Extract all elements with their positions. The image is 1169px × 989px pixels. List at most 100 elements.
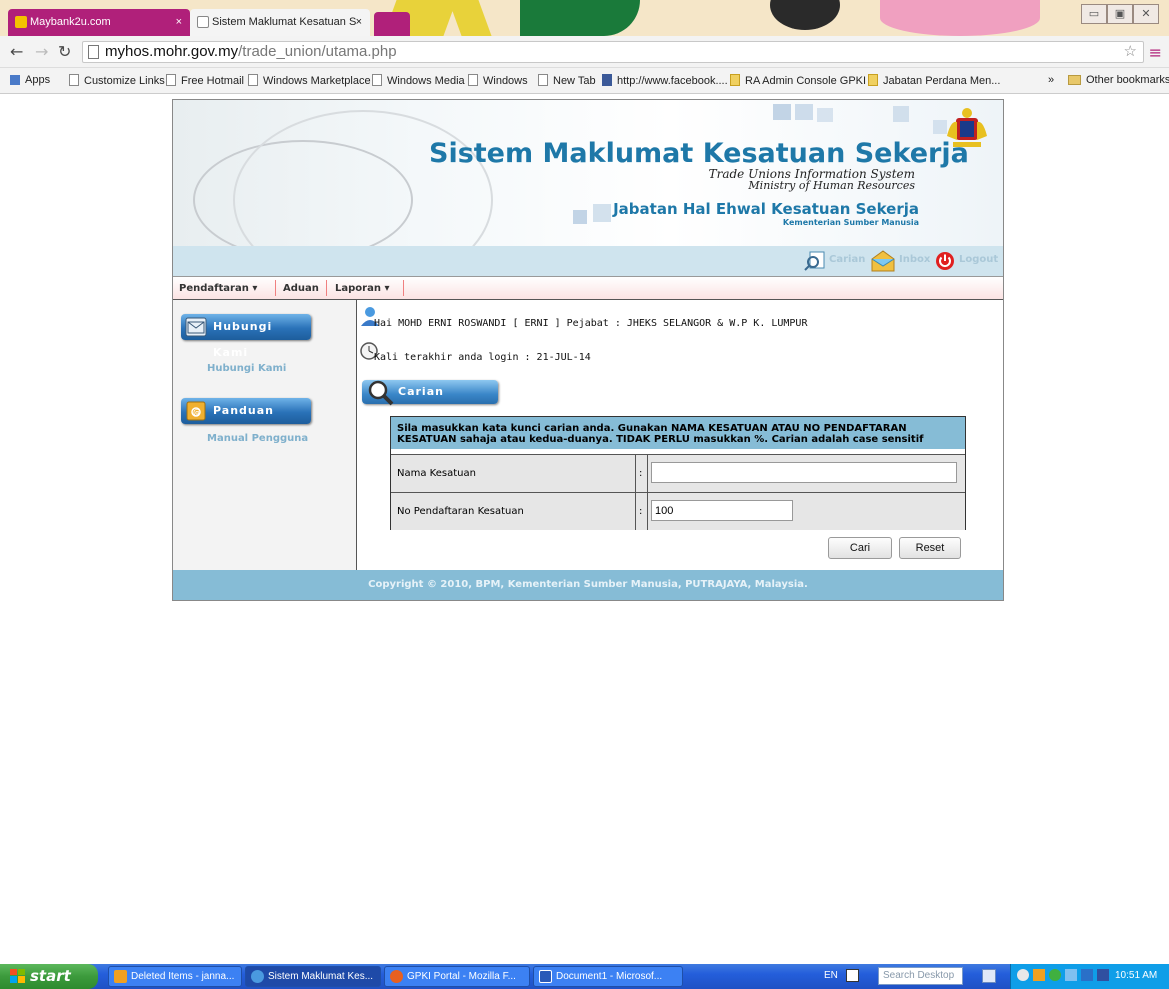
address-path: /trade_union/utama.php (238, 43, 397, 60)
power-icon[interactable] (935, 251, 955, 271)
inbox-link[interactable]: Inbox (899, 254, 930, 265)
menu-laporan[interactable]: Laporan ▾ (335, 283, 389, 294)
bookmark-windows-marketplace[interactable]: Windows Marketplace (248, 74, 371, 87)
site-title: Sistem Maklumat Kesatuan Sekerja (429, 138, 969, 169)
logout-link[interactable]: Logout (959, 254, 998, 265)
reset-button[interactable]: Reset (899, 537, 961, 559)
system-tray: 10:51 AM (1010, 964, 1169, 989)
restore-icon[interactable]: ▣ (1107, 4, 1133, 24)
network-icon[interactable] (1049, 969, 1061, 981)
outlook-tray-icon[interactable] (1033, 969, 1045, 981)
outlook-icon (114, 970, 127, 983)
theme-decoration (448, 0, 492, 36)
back-icon[interactable]: ← (10, 42, 23, 61)
banner-square (773, 104, 791, 120)
bookmark-other[interactable]: Other bookmarks (1068, 74, 1169, 86)
bookmark-new-tab[interactable]: New Tab (538, 74, 596, 87)
forward-icon[interactable]: → (35, 42, 48, 61)
tab-sistem-maklumat[interactable]: Sistem Maklumat Kesatuan S × (190, 9, 370, 36)
union-name-input[interactable] (651, 462, 957, 483)
task-word[interactable]: Document1 - Microsof... (533, 966, 683, 987)
registration-no-input[interactable] (651, 500, 793, 521)
cell-divider (647, 493, 648, 530)
form-row-registration-no: No Pendaftaran Kesatuan : (391, 492, 965, 530)
clock[interactable]: 10:51 AM (1115, 970, 1157, 981)
top-utility-bar: Carian Inbox Logout (173, 246, 1003, 277)
banner-square (795, 104, 813, 120)
bookmark-label: New Tab (553, 75, 596, 87)
address-host: myhos.mohr.gov.my (105, 43, 239, 60)
bookmark-apps[interactable]: Apps (10, 74, 50, 86)
windows-logo-icon (10, 969, 25, 983)
start-label: start (30, 967, 71, 985)
gpki-icon (868, 74, 878, 86)
search-link[interactable]: Carian (829, 254, 865, 265)
start-button[interactable]: start (0, 964, 98, 989)
bookmark-windows-media[interactable]: Windows Media (372, 74, 465, 87)
minimize-icon[interactable]: ▭ (1081, 4, 1107, 24)
tray-icon[interactable] (1065, 969, 1077, 981)
site-banner: Sistem Maklumat Kesatuan Sekerja Trade U… (173, 100, 1003, 246)
address-bar[interactable]: myhos.mohr.gov.my/trade_union/utama.php … (82, 41, 1144, 63)
tray-icon[interactable] (1097, 969, 1109, 981)
bookmark-free-hotmail[interactable]: Free Hotmail (166, 74, 244, 87)
task-chrome[interactable]: Sistem Maklumat Kes... (245, 966, 381, 987)
bookmark-ra-admin[interactable]: RA Admin Console GPKI (730, 74, 866, 87)
tab-maybank[interactable]: Maybank2u.com × (8, 9, 190, 36)
browser-titlebar: Maybank2u.com × Sistem Maklumat Kesatuan… (0, 0, 1169, 36)
tray-icon[interactable] (1017, 969, 1029, 981)
search-icon[interactable] (804, 250, 826, 272)
address-book-icon: @ (186, 401, 206, 421)
tray-icon[interactable] (1081, 969, 1093, 981)
maybank-icon (15, 16, 27, 28)
search-icon[interactable] (982, 969, 996, 983)
task-label: Deleted Items - janna... (131, 971, 235, 982)
cell-divider (635, 493, 636, 530)
bookmark-windows[interactable]: Windows (468, 74, 528, 87)
menu-pendaftaran[interactable]: Pendaftaran ▾ (179, 283, 257, 294)
close-icon[interactable]: × (356, 9, 362, 36)
form-row-union-name: Nama Kesatuan : (391, 454, 965, 492)
mail-icon (185, 317, 207, 337)
bookmark-customize-links[interactable]: Customize Links (69, 74, 165, 87)
task-firefox[interactable]: GPKI Portal - Mozilla F... (384, 966, 530, 987)
page-container: Sistem Maklumat Kesatuan Sekerja Trade U… (172, 99, 1004, 601)
bookmarks-overflow[interactable]: » (1048, 74, 1054, 86)
desktop-search-input[interactable]: Search Desktop (878, 967, 963, 985)
apps-icon (10, 75, 20, 85)
bookmark-jabatan-perdana[interactable]: Jabatan Perdana Men... (868, 74, 1000, 87)
registration-no-label: No Pendaftaran Kesatuan (397, 506, 524, 517)
firefox-icon (390, 970, 403, 983)
windows-taskbar: start Deleted Items - janna... Sistem Ma… (0, 964, 1169, 989)
close-window-icon[interactable]: ✕ (1133, 4, 1159, 24)
language-indicator[interactable]: EN (824, 970, 838, 981)
menu-icon[interactable]: ≡ (1149, 43, 1162, 62)
close-icon[interactable]: × (176, 9, 182, 36)
user-manual-link[interactable]: Manual Pengguna (207, 433, 308, 444)
theme-decoration (770, 0, 840, 30)
union-name-label: Nama Kesatuan (397, 468, 476, 479)
magnifier-icon (368, 380, 394, 406)
page-icon (538, 74, 548, 86)
task-label: Sistem Maklumat Kes... (268, 971, 374, 982)
task-outlook[interactable]: Deleted Items - janna... (108, 966, 242, 987)
bookmark-facebook[interactable]: http://www.facebook.... (602, 74, 728, 87)
malaysia-crest-icon (947, 108, 987, 147)
guide-button[interactable]: @ Panduan (181, 398, 311, 424)
new-tab-button[interactable] (374, 12, 410, 36)
menu-aduan[interactable]: Aduan (283, 283, 319, 294)
tab-label: Maybank2u.com (30, 16, 111, 28)
inbox-icon[interactable] (870, 249, 896, 273)
search-button[interactable]: Cari (828, 537, 892, 559)
contact-link[interactable]: Hubungi Kami (207, 363, 286, 374)
bookmark-label: RA Admin Console GPKI (745, 75, 867, 87)
banner-square (573, 210, 587, 224)
help-icon[interactable] (846, 969, 859, 982)
svg-text:@: @ (193, 408, 202, 417)
page-icon (197, 16, 209, 28)
page-icon (372, 74, 382, 86)
reload-icon[interactable]: ↻ (58, 42, 71, 61)
bookmark-label: » (1048, 74, 1055, 86)
bookmark-star-icon[interactable]: ☆ (1124, 42, 1137, 62)
contact-button[interactable]: Hubungi Kami (181, 314, 311, 359)
